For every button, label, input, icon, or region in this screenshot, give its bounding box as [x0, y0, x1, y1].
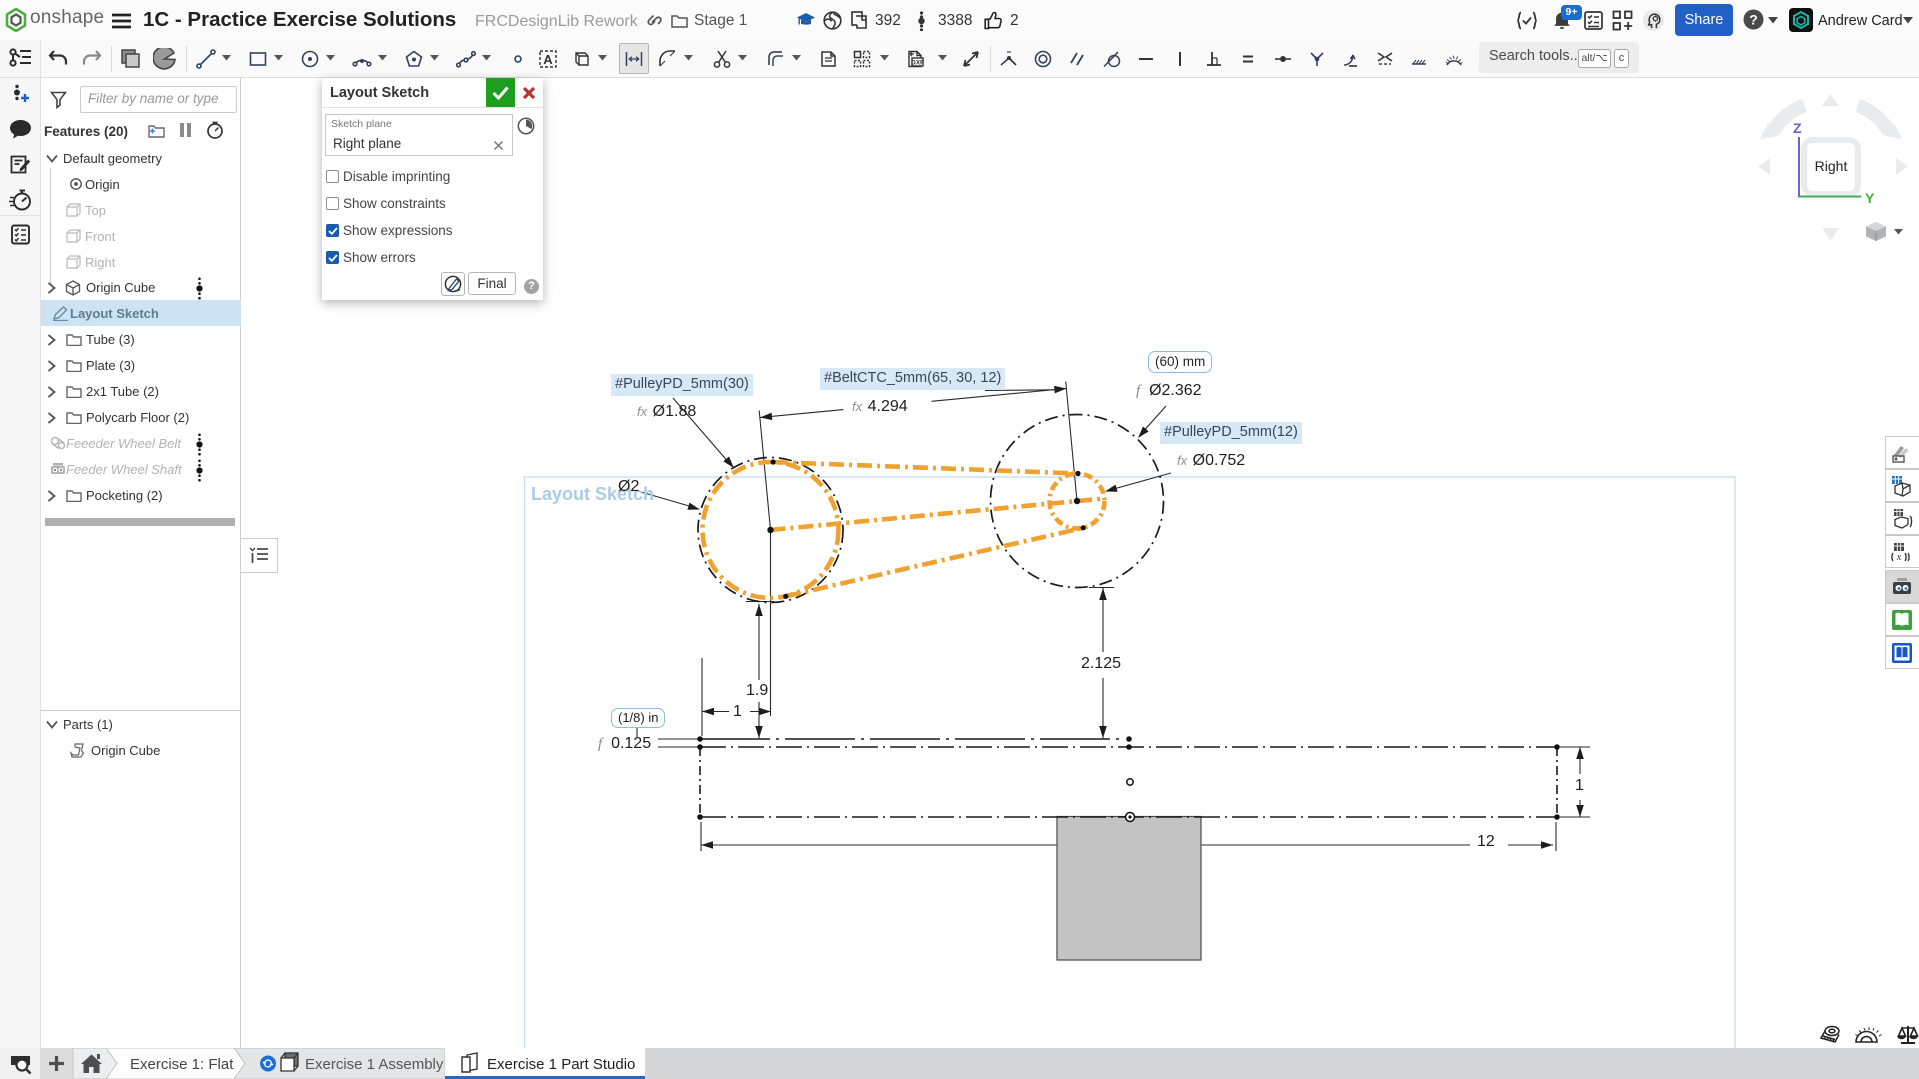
svg-text:x: x [1896, 552, 1902, 563]
svg-text:?: ? [1749, 12, 1758, 28]
svg-text:Y: Y [1865, 190, 1875, 206]
svg-text:Exercise 1 Assembly: Exercise 1 Assembly [305, 1056, 444, 1073]
svg-text:DXF: DXF [911, 60, 924, 67]
svg-text:Exercise 1 Part Studio: Exercise 1 Part Studio [487, 1056, 635, 1073]
svg-text:Exercise 1: Flat: Exercise 1: Flat [130, 1056, 234, 1073]
svg-text:Z: Z [1793, 120, 1802, 136]
svg-text:Right: Right [1815, 158, 1848, 174]
svg-text:A: A [543, 52, 553, 67]
